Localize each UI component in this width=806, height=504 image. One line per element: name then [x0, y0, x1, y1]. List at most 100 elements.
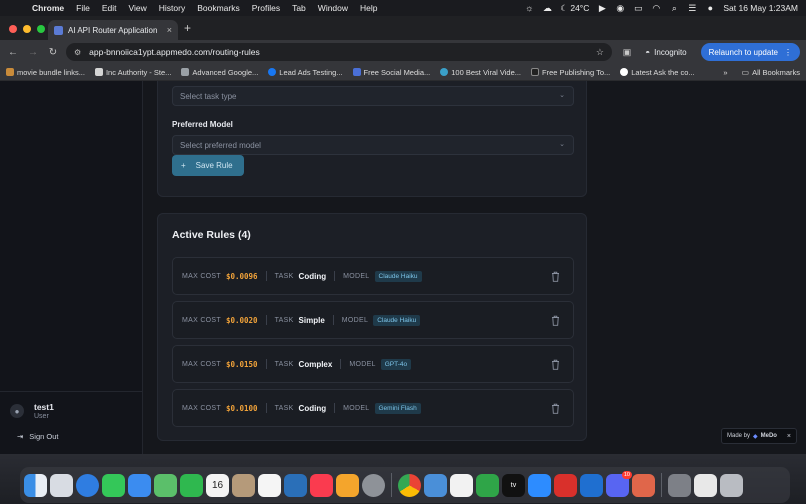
- bookmark-item[interactable]: 100 Best Viral Vide...: [440, 68, 521, 77]
- menu-view[interactable]: View: [122, 3, 152, 13]
- outlook-icon[interactable]: [580, 473, 603, 497]
- bookmark-item[interactable]: Inc Authority - Ste...: [94, 67, 172, 77]
- more-bookmarks-icon[interactable]: »: [723, 68, 727, 77]
- bookmark-item[interactable]: Latest Ask the co...: [620, 68, 695, 77]
- battery-icon[interactable]: ▭: [633, 3, 643, 14]
- menu-bookmarks[interactable]: Bookmarks: [191, 3, 246, 13]
- zoom-icon[interactable]: [528, 473, 551, 497]
- calendar-icon[interactable]: 16: [206, 473, 229, 497]
- close-badge-icon[interactable]: ×: [787, 433, 791, 440]
- user-name: test1: [34, 402, 54, 412]
- recent-window-icon[interactable]: [694, 473, 717, 497]
- save-rule-button[interactable]: + Save Rule: [172, 155, 244, 176]
- address-url[interactable]: app-bnnoiica1ypt.appmedo.com/routing-rul…: [89, 47, 260, 57]
- bookmark-star-icon[interactable]: ☆: [596, 47, 604, 58]
- launchpad-icon[interactable]: [50, 473, 73, 497]
- trash-icon[interactable]: [551, 315, 560, 326]
- maps-icon[interactable]: [154, 473, 177, 497]
- back-arrow-icon[interactable]: ←: [6, 47, 20, 58]
- task-label: TASK: [274, 360, 294, 368]
- reload-icon[interactable]: ↻: [46, 47, 60, 58]
- bookmark-item[interactable]: Free Social Media...: [352, 68, 430, 77]
- facetime-icon[interactable]: [180, 473, 203, 497]
- wifi-icon[interactable]: ◠: [651, 3, 661, 14]
- close-window-button[interactable]: [9, 25, 17, 33]
- made-by-badge[interactable]: Made by ◆ MeDo ×: [721, 428, 797, 444]
- tab-favicon-icon: [54, 25, 63, 35]
- acrobat-icon[interactable]: [554, 473, 577, 497]
- menu-app-name[interactable]: Chrome: [26, 3, 70, 13]
- menu-history[interactable]: History: [153, 3, 191, 13]
- incognito-icon: ◓: [645, 47, 651, 57]
- browser-tab-strip: AI API Router Application × +: [0, 16, 806, 40]
- bookmark-item[interactable]: Lead Ads Testing...: [268, 67, 343, 77]
- moon-icon: ☾: [560, 2, 568, 13]
- claude-icon[interactable]: [632, 473, 655, 497]
- bookmark-item[interactable]: movie bundle links...: [6, 68, 85, 77]
- brightness-icon[interactable]: ☼: [524, 3, 534, 13]
- bookmark-item[interactable]: Free Publishing To...: [531, 68, 610, 77]
- play-icon[interactable]: ▶: [597, 3, 607, 14]
- all-bookmarks-button[interactable]: ▭ All Bookmarks: [742, 68, 801, 77]
- freeform-icon[interactable]: [284, 473, 307, 497]
- new-tab-icon[interactable]: +: [184, 21, 191, 35]
- relaunch-to-update-button[interactable]: Relaunch to update ⋮: [700, 43, 800, 61]
- tab-close-icon[interactable]: ×: [167, 25, 172, 35]
- control-center-icon[interactable]: ☰: [687, 3, 697, 14]
- max-cost-value: $0.0100: [225, 403, 258, 413]
- app-viewport: ● test1 User ⇥ Sign Out Select task type…: [0, 81, 806, 454]
- menu-edit[interactable]: Edit: [96, 3, 123, 13]
- trash-icon[interactable]: [551, 403, 560, 414]
- downloads-stack-icon[interactable]: [668, 473, 691, 497]
- contacts-icon[interactable]: [232, 473, 255, 497]
- bookmark-label: Inc Authority - Ste...: [105, 67, 172, 77]
- tab-ai-api-router[interactable]: AI API Router Application ×: [48, 20, 178, 40]
- discord-icon[interactable]: 10: [606, 470, 632, 497]
- model-label: MODEL: [341, 316, 369, 324]
- menu-profiles[interactable]: Profiles: [246, 3, 286, 13]
- dock-divider: [661, 473, 662, 497]
- user-status-icon[interactable]: ◉: [615, 3, 625, 14]
- made-by-label: Made by: [727, 433, 751, 439]
- minimize-window-button[interactable]: [23, 25, 31, 33]
- tab-search-icon[interactable]: ▣: [623, 47, 632, 58]
- menu-window[interactable]: Window: [312, 3, 354, 13]
- apple-tv-icon[interactable]: tv: [502, 473, 525, 497]
- cloud-icon[interactable]: ☁: [542, 3, 552, 14]
- bookmark-item[interactable]: Advanced Google...: [181, 68, 258, 77]
- bookmark-label: Lead Ads Testing...: [279, 67, 343, 77]
- finder-icon[interactable]: [24, 473, 47, 497]
- trash-bin-icon[interactable]: [720, 473, 743, 497]
- chrome-icon[interactable]: [398, 473, 421, 497]
- safari-icon[interactable]: [76, 473, 99, 497]
- preferred-model-select[interactable]: Select preferred model ⌄: [172, 135, 574, 155]
- menu-help[interactable]: Help: [354, 3, 383, 13]
- weather-label[interactable]: ☾ 24°C: [560, 3, 589, 14]
- preview-icon[interactable]: [424, 473, 447, 497]
- menu-tab[interactable]: Tab: [286, 3, 312, 13]
- music-icon[interactable]: [310, 473, 333, 497]
- trash-icon[interactable]: [551, 271, 560, 282]
- trash-icon[interactable]: [551, 359, 560, 370]
- spotlight-search-icon[interactable]: ⌕: [669, 3, 679, 14]
- mail-icon[interactable]: [128, 473, 151, 497]
- system-settings-icon[interactable]: [362, 473, 385, 497]
- zoom-window-button[interactable]: [37, 25, 45, 33]
- address-bar[interactable]: ⚙ app-bnnoiica1ypt.appmedo.com/routing-r…: [66, 43, 612, 61]
- incognito-indicator[interactable]: ◓ Incognito: [639, 48, 692, 57]
- model-badge: Claude Haiku: [373, 314, 421, 326]
- menu-clock[interactable]: Sat 16 May 1:23AM: [723, 3, 798, 13]
- numbers-icon[interactable]: [476, 473, 499, 497]
- reminders-icon[interactable]: [258, 473, 281, 497]
- siri-icon[interactable]: ●: [705, 3, 715, 13]
- site-info-icon[interactable]: ⚙: [74, 48, 81, 57]
- sign-out-button[interactable]: ⇥ Sign Out: [17, 432, 58, 441]
- forward-arrow-icon[interactable]: →: [26, 47, 40, 58]
- save-rule-label: Save Rule: [195, 161, 233, 170]
- task-type-select[interactable]: Select task type ⌄: [172, 86, 574, 106]
- menu-file[interactable]: File: [70, 3, 96, 13]
- notes-icon[interactable]: [450, 473, 473, 497]
- pages-icon[interactable]: [336, 473, 359, 497]
- messages-icon[interactable]: [102, 473, 125, 497]
- chevron-down-icon: ⌄: [559, 92, 565, 99]
